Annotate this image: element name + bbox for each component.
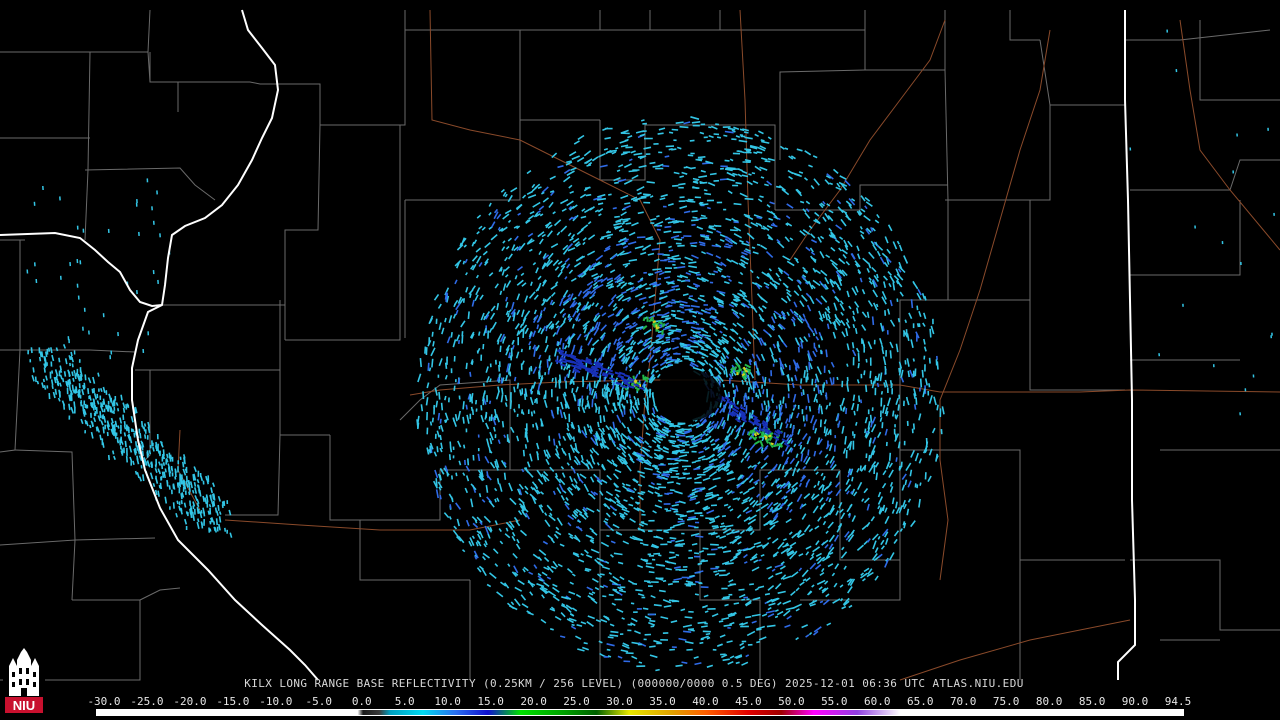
logo-text: NIU (13, 698, 35, 713)
scale-label: 70.0 (949, 695, 977, 708)
scale-label: -15.0 (216, 695, 250, 708)
reflectivity-colorbar (96, 709, 1184, 716)
scale-label: 10.0 (434, 695, 461, 708)
scale-label: 30.0 (606, 695, 633, 708)
product-caption: KILX LONG RANGE BASE REFLECTIVITY (0.25K… (0, 677, 1280, 690)
reflectivity-echoes (26, 29, 1275, 672)
scale-label: -10.0 (259, 695, 293, 708)
scale-label: -30.0 (87, 695, 121, 708)
caption-text: KILX LONG RANGE BASE REFLECTIVITY (0.25K… (244, 677, 1024, 690)
scale-label: 60.0 (864, 695, 891, 708)
scale-label: 90.0 (1121, 695, 1149, 708)
scale-label: 45.0 (735, 695, 762, 708)
scale-label: -20.0 (173, 695, 207, 708)
scale-label: 75.0 (992, 695, 1020, 708)
state-boundaries (0, 9, 1136, 681)
scale-label: 5.0 (394, 695, 415, 708)
scale-label: 65.0 (906, 695, 934, 708)
scale-label: 94.5 (1164, 695, 1192, 708)
scale-label: 35.0 (649, 695, 676, 708)
color-scale-labels: -30.0 -25.0 -20.0 -15.0 -10.0 -5.0 0.0 5.0 10.0 1… (87, 695, 1191, 708)
scale-label: 85.0 (1078, 695, 1106, 708)
scale-label: 15.0 (477, 695, 504, 708)
highways (177, 9, 1280, 681)
scale-label: 40.0 (692, 695, 719, 708)
scale-label: 25.0 (563, 695, 590, 708)
scale-label: -5.0 (305, 695, 333, 708)
scale-label: 55.0 (821, 695, 848, 708)
scale-label: 50.0 (778, 695, 805, 708)
scale-label: 80.0 (1035, 695, 1063, 708)
scale-label: -25.0 (130, 695, 164, 708)
scale-label: 20.0 (520, 695, 547, 708)
scale-label: 0.0 (351, 695, 372, 708)
radar-map (0, 9, 1280, 681)
niu-logo: NIU (3, 646, 45, 716)
county-boundaries (0, 9, 1280, 681)
